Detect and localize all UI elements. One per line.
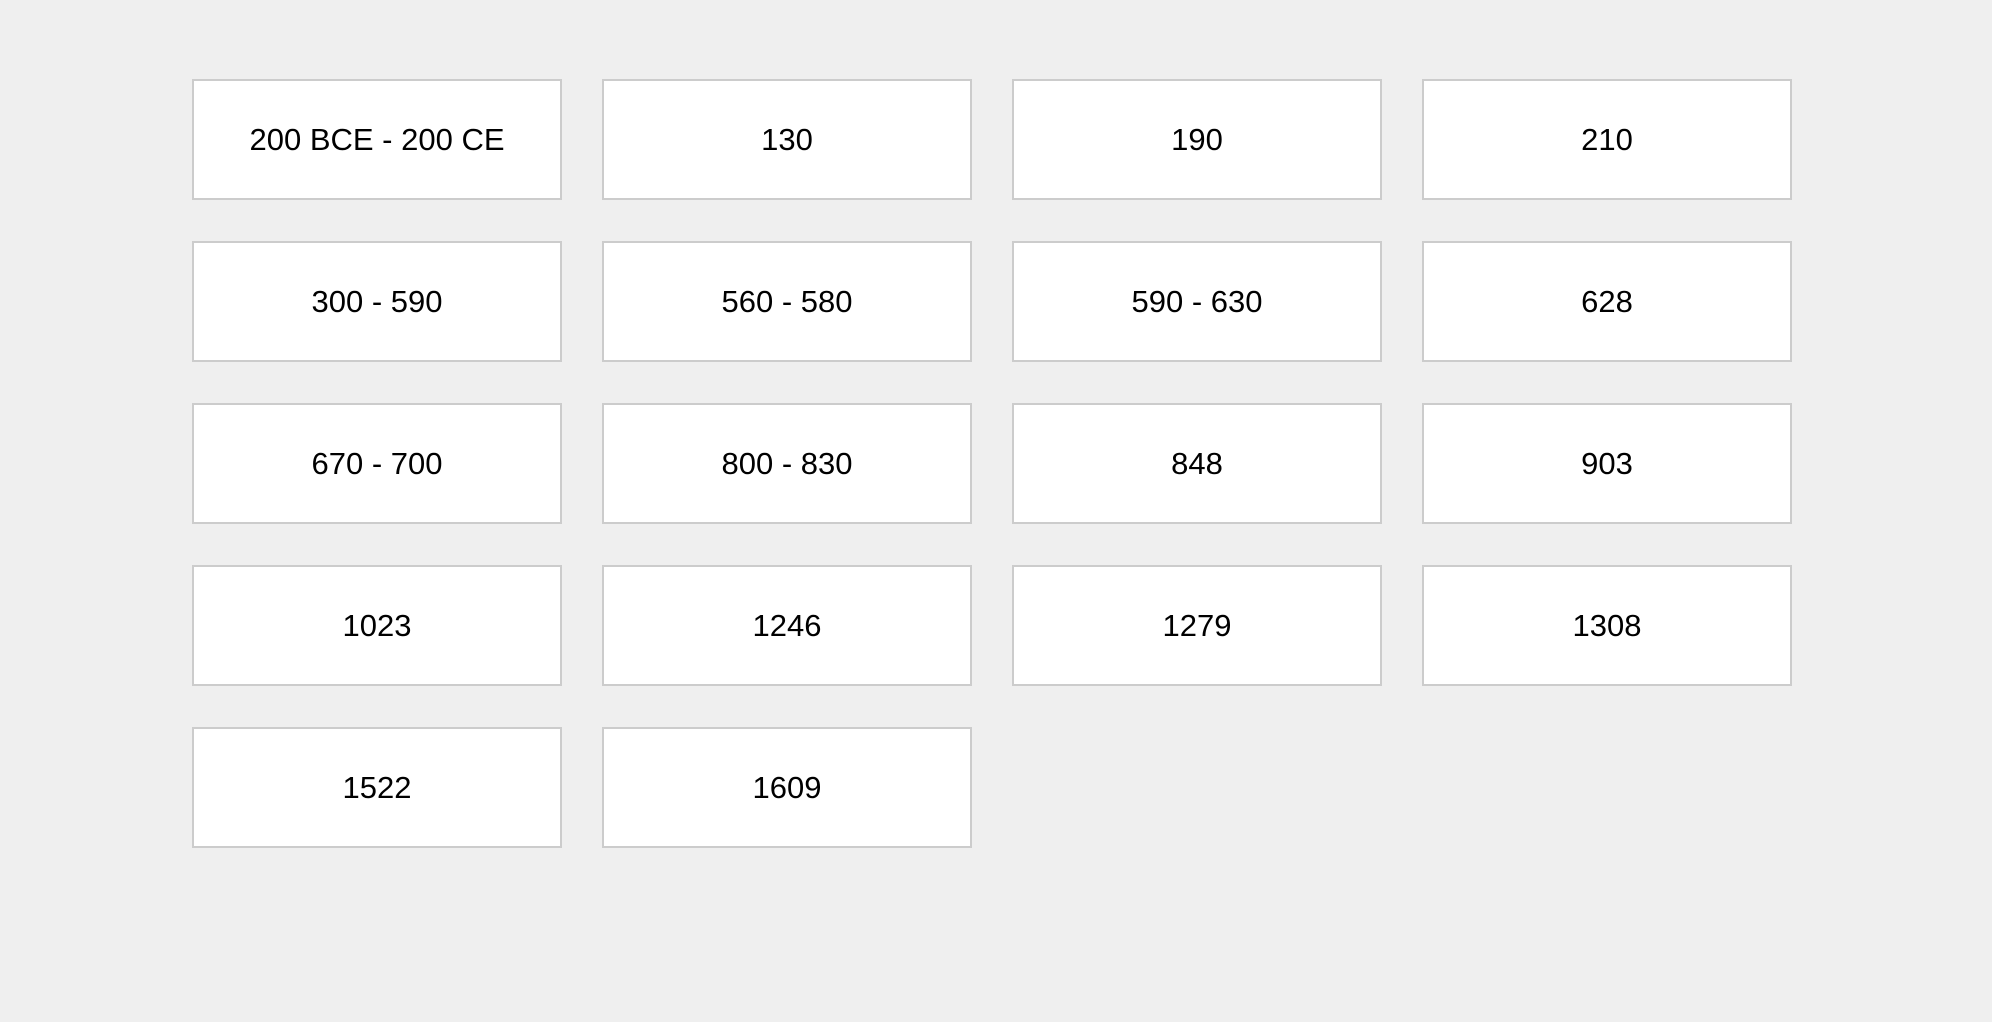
date-card[interactable]: 1023 xyxy=(192,565,562,686)
date-card[interactable]: 848 xyxy=(1012,403,1382,524)
date-card[interactable]: 670 - 700 xyxy=(192,403,562,524)
date-card[interactable]: 1522 xyxy=(192,727,562,848)
date-card[interactable]: 800 - 830 xyxy=(602,403,972,524)
date-card[interactable]: 1279 xyxy=(1012,565,1382,686)
date-card[interactable]: 903 xyxy=(1422,403,1792,524)
date-card[interactable]: 1609 xyxy=(602,727,972,848)
date-card[interactable]: 628 xyxy=(1422,241,1792,362)
date-card-grid: 200 BCE - 200 CE 130 190 210 300 - 590 5… xyxy=(192,79,1792,848)
date-card[interactable]: 590 - 630 xyxy=(1012,241,1382,362)
date-card[interactable]: 1246 xyxy=(602,565,972,686)
date-card[interactable]: 560 - 580 xyxy=(602,241,972,362)
date-card[interactable]: 1308 xyxy=(1422,565,1792,686)
date-card[interactable]: 210 xyxy=(1422,79,1792,200)
date-card[interactable]: 190 xyxy=(1012,79,1382,200)
date-card[interactable]: 130 xyxy=(602,79,972,200)
date-card[interactable]: 300 - 590 xyxy=(192,241,562,362)
date-card[interactable]: 200 BCE - 200 CE xyxy=(192,79,562,200)
